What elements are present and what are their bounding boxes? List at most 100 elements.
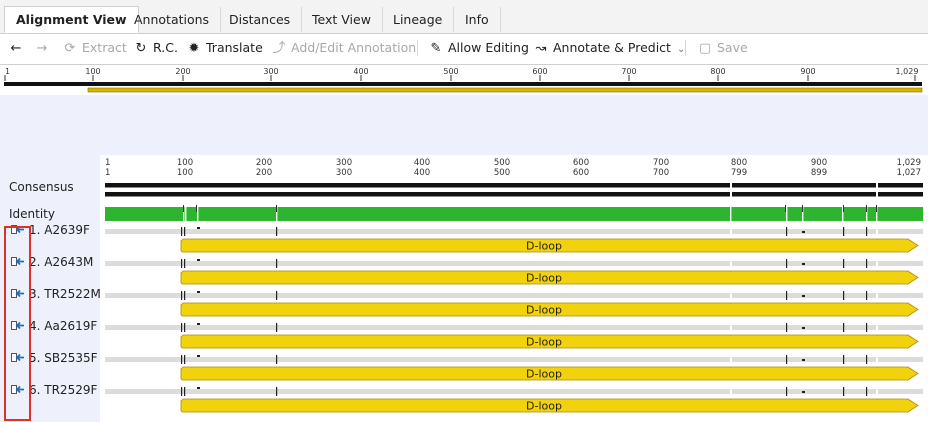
ruler-tick-label: 200 bbox=[256, 158, 272, 168]
sequence-mismatch bbox=[802, 295, 805, 297]
overview-tick-label: 800 bbox=[710, 67, 725, 76]
sequence-mismatch bbox=[197, 355, 200, 357]
tab-text-view[interactable]: Text View bbox=[301, 7, 383, 32]
annotation-label: D-loop bbox=[526, 336, 562, 349]
sequence-mismatch bbox=[276, 355, 278, 364]
identity-marker bbox=[866, 205, 867, 212]
back-button[interactable]: ← bbox=[8, 38, 28, 58]
sequence-mismatch bbox=[184, 227, 186, 236]
sequence-track bbox=[105, 357, 923, 362]
sequence-mismatch bbox=[843, 323, 845, 332]
overview-tick-label: 1,029 bbox=[896, 67, 919, 76]
ruler-tick-label: 100 bbox=[177, 158, 193, 168]
sequence-gap bbox=[876, 356, 878, 363]
ruler-tick-label: 200 bbox=[256, 168, 272, 178]
sequence-mismatch bbox=[786, 227, 788, 236]
ruler-tick-label: 400 bbox=[414, 168, 430, 178]
sequence-gap bbox=[876, 388, 878, 395]
overview-viewport-bar[interactable] bbox=[87, 87, 923, 93]
pencil-icon: ✎ bbox=[430, 41, 442, 56]
overview-sequence-bar bbox=[4, 82, 922, 86]
sequence-name[interactable]: 2. A2643M bbox=[29, 255, 93, 269]
ruler-tick-label: 500 bbox=[494, 168, 510, 178]
sequence-name[interactable]: 5. SB2535F bbox=[29, 351, 98, 365]
allow-editing-button[interactable]: ✎ Allow Editing bbox=[428, 38, 529, 58]
sequence-mismatch bbox=[843, 387, 845, 396]
sequence-name[interactable]: 6. TR2529F bbox=[29, 383, 97, 397]
save-button[interactable]: ▢ Save bbox=[697, 38, 748, 58]
sequence-mismatch bbox=[184, 291, 186, 300]
translate-button[interactable]: ✹ Translate bbox=[186, 38, 263, 58]
overview-tick-label: 900 bbox=[800, 67, 815, 76]
sequence-name[interactable]: 4. Aa2619F bbox=[29, 319, 97, 333]
rc-button[interactable]: ↻ R.C. bbox=[133, 38, 178, 58]
sequence-mismatch bbox=[197, 227, 200, 229]
identity-marker bbox=[276, 205, 277, 212]
save-label: Save bbox=[717, 40, 748, 55]
identity-mismatch bbox=[185, 207, 187, 221]
sequence-name[interactable]: 1. A2639F bbox=[29, 223, 90, 237]
sequence-mismatch bbox=[843, 259, 845, 268]
ruler-tick-label: 1,027 bbox=[897, 168, 921, 178]
sequence-mismatch bbox=[802, 359, 805, 361]
ruler-tick-label: 500 bbox=[494, 158, 510, 168]
tab-annotations[interactable]: Annotations bbox=[123, 7, 222, 32]
ruler-tick-label: 600 bbox=[573, 158, 589, 168]
extract-label: Extract bbox=[82, 40, 127, 55]
sequence-mismatch bbox=[276, 387, 278, 396]
sequence-gap bbox=[730, 388, 732, 395]
sequence-gap bbox=[876, 228, 878, 235]
tab-bar: Alignment View Annotations Distances Tex… bbox=[0, 0, 928, 34]
ruler-tick-label: 1,029 bbox=[897, 158, 921, 168]
sequence-mismatch bbox=[276, 291, 278, 300]
translate-label: Translate bbox=[206, 40, 263, 55]
sequence-mismatch bbox=[866, 291, 868, 300]
identity-marker bbox=[196, 205, 197, 212]
alignment-canvas[interactable]: 11 100100 200200 300300 400400 500500 600600 70… bbox=[0, 95, 928, 422]
tab-lineage[interactable]: Lineage bbox=[382, 7, 455, 32]
sequence-gap bbox=[730, 356, 732, 363]
sequence-mismatch bbox=[866, 259, 868, 268]
sequence-mismatch bbox=[181, 387, 183, 396]
sequence-mismatch bbox=[181, 227, 183, 236]
add-edit-annotation-button[interactable]: ⤴ Add/Edit Annotation bbox=[271, 38, 416, 58]
identity-mismatch bbox=[730, 207, 732, 221]
ruler-tick-label: 300 bbox=[336, 158, 352, 168]
ruler-tick-label: 400 bbox=[414, 158, 430, 168]
sequence-track bbox=[105, 325, 923, 330]
sequence-mismatch bbox=[866, 355, 868, 364]
extract-button[interactable]: ⟳ Extract bbox=[62, 38, 127, 58]
overview-ruler[interactable]: 1 100 200 300 400 500 600 700 800 900 1,029 bbox=[0, 64, 928, 96]
arrow-right-icon: → bbox=[36, 41, 48, 56]
annotation-icon: ⤴ bbox=[272, 41, 286, 56]
consensus-gap bbox=[730, 181, 732, 199]
annotate-predict-button[interactable]: ↝ Annotate & Predict ⌄ bbox=[533, 38, 686, 58]
sequence-mismatch bbox=[276, 323, 278, 332]
ruler-tick-label: 799 bbox=[731, 168, 747, 178]
toolbar-separator bbox=[685, 40, 686, 56]
save-icon: ▢ bbox=[698, 41, 712, 56]
tab-distances[interactable]: Distances bbox=[218, 7, 303, 32]
sequence-gap bbox=[876, 260, 878, 267]
annotation-label: D-loop bbox=[526, 240, 562, 253]
allow-editing-label: Allow Editing bbox=[448, 40, 529, 55]
sequence-mismatch bbox=[802, 263, 805, 265]
tab-info[interactable]: Info bbox=[454, 7, 501, 32]
sequence-mismatch bbox=[184, 259, 186, 268]
sequence-mismatch bbox=[786, 387, 788, 396]
consensus-bar bbox=[105, 183, 923, 188]
ruler-tick-label: 800 bbox=[731, 158, 747, 168]
forward-button[interactable]: → bbox=[34, 38, 54, 58]
identity-marker bbox=[876, 205, 877, 212]
rc-label: R.C. bbox=[153, 40, 178, 55]
sequence-mismatch bbox=[276, 259, 278, 268]
reverse-complement-icon: ↻ bbox=[135, 41, 147, 56]
sequence-mismatch bbox=[197, 259, 200, 261]
add-edit-annotation-label: Add/Edit Annotation bbox=[291, 40, 417, 55]
tab-alignment-view[interactable]: Alignment View bbox=[4, 6, 139, 33]
sequence-name[interactable]: 3. TR2522M bbox=[29, 287, 101, 301]
overview-tick-label: 700 bbox=[621, 67, 636, 76]
toolbar-separator bbox=[417, 40, 418, 56]
sequence-mismatch bbox=[786, 259, 788, 268]
sequence-mismatch bbox=[197, 387, 200, 389]
